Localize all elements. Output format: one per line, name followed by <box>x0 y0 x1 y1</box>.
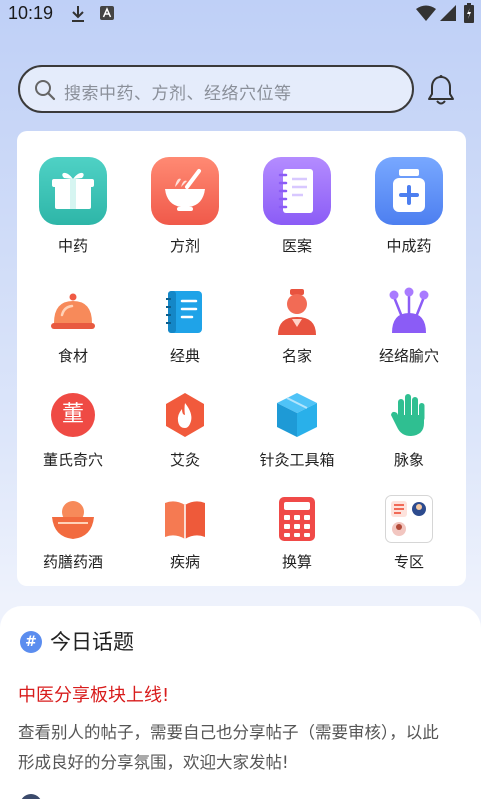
signal-icon <box>440 5 456 21</box>
grid-label: 医案 <box>281 237 312 255</box>
grid-label: 专区 <box>393 553 424 571</box>
topic-body[interactable]: 查看别人的帖子，需要自己也分享帖子（需要审核），以此形成良好的分享氛围，欢迎大家… <box>18 718 448 778</box>
topic-headline[interactable]: 中医分享板块上线! <box>18 681 169 707</box>
medicine-bottle-icon <box>375 157 443 225</box>
topic-section-title: 今日话题 <box>50 630 134 654</box>
grid-item-zhuanqu[interactable]: 专区 <box>353 493 465 593</box>
battery-icon <box>464 3 474 23</box>
moxa-flame-icon <box>166 393 204 437</box>
grid-label: 换算 <box>281 553 312 571</box>
classic-book-icon <box>166 291 202 333</box>
gift-box-icon <box>39 157 107 225</box>
grid-item-fangji[interactable]: 方剂 <box>129 153 241 255</box>
grid-item-jibing[interactable]: 疾病 <box>129 493 241 593</box>
grid-item-jingluo[interactable]: 经络腧穴 <box>353 283 465 383</box>
status-time: 10:19 <box>8 3 54 23</box>
scholar-icon <box>278 289 316 335</box>
grid-item-yaoshan[interactable]: 药膳药酒 <box>17 493 129 593</box>
wifi-icon <box>416 5 436 21</box>
grid-label: 疾病 <box>169 553 200 571</box>
grid-item-zhongchengyao[interactable]: 中成药 <box>353 153 465 255</box>
bell-icon[interactable] <box>426 74 456 106</box>
download-icon <box>72 6 84 22</box>
grid-item-huansuan[interactable]: 换算 <box>241 493 353 593</box>
grid-label: 针灸工具箱 <box>259 451 335 469</box>
notebook-icon <box>263 157 331 225</box>
herbal-bowl-icon <box>52 501 94 539</box>
mortar-bowl-icon <box>151 157 219 225</box>
food-cloche-icon <box>51 293 95 329</box>
grid-label: 经络腧穴 <box>378 347 439 365</box>
avatar <box>20 794 42 799</box>
grid-item-zhongyao[interactable]: 中药 <box>17 153 129 255</box>
grid-label: 中药 <box>57 237 88 255</box>
hashtag-icon: # <box>20 631 42 653</box>
search-placeholder: 搜索中药、方剂、经络穴位等 <box>64 84 292 104</box>
grid-item-dongshi[interactable]: 董 董氏奇穴 <box>17 389 129 489</box>
calculator-icon <box>279 497 315 541</box>
grid-label: 方剂 <box>169 237 200 255</box>
grid-label: 食材 <box>57 347 88 365</box>
grid-item-zhenjiu-toolbox[interactable]: 针灸工具箱 <box>241 389 353 489</box>
grid-label: 经典 <box>169 347 200 365</box>
notification-a-icon <box>100 6 114 20</box>
grid-label: 脉象 <box>393 451 424 469</box>
open-book-icon <box>165 501 205 539</box>
grid-label: 药膳药酒 <box>42 553 103 571</box>
feature-grid-card: 中药 方剂 医案 中成药 食材 经典 名家 经络腧穴 董 董氏奇穴 艾灸 针灸工… <box>17 131 466 586</box>
toolbox-cube-icon <box>277 393 317 437</box>
zone-grid-icon <box>385 495 433 543</box>
grid-item-yian[interactable]: 医案 <box>241 153 353 255</box>
grid-item-jingdian[interactable]: 经典 <box>129 283 241 383</box>
acupoint-pins-icon <box>389 287 429 333</box>
grid-label: 中成药 <box>386 237 432 255</box>
grid-item-maixiang[interactable]: 脉象 <box>353 389 465 489</box>
grid-item-mingjia[interactable]: 名家 <box>241 283 353 383</box>
pulse-hand-icon <box>391 394 425 436</box>
grid-label: 艾灸 <box>169 451 200 469</box>
dong-seal-icon: 董 <box>51 393 95 437</box>
grid-item-aijiu[interactable]: 艾灸 <box>129 389 241 489</box>
status-bar: 10:19 <box>0 0 481 28</box>
dong-seal-char: 董 <box>61 402 84 427</box>
grid-label: 名家 <box>281 347 312 365</box>
search-bar[interactable]: 搜索中药、方剂、经络穴位等 <box>18 65 414 113</box>
grid-label: 董氏奇穴 <box>42 451 103 469</box>
grid-item-shicai[interactable]: 食材 <box>17 283 129 383</box>
search-icon <box>35 80 56 101</box>
today-topic-panel: # 今日话题 中医分享板块上线! 查看别人的帖子，需要自己也分享帖子（需要审核）… <box>0 606 481 799</box>
